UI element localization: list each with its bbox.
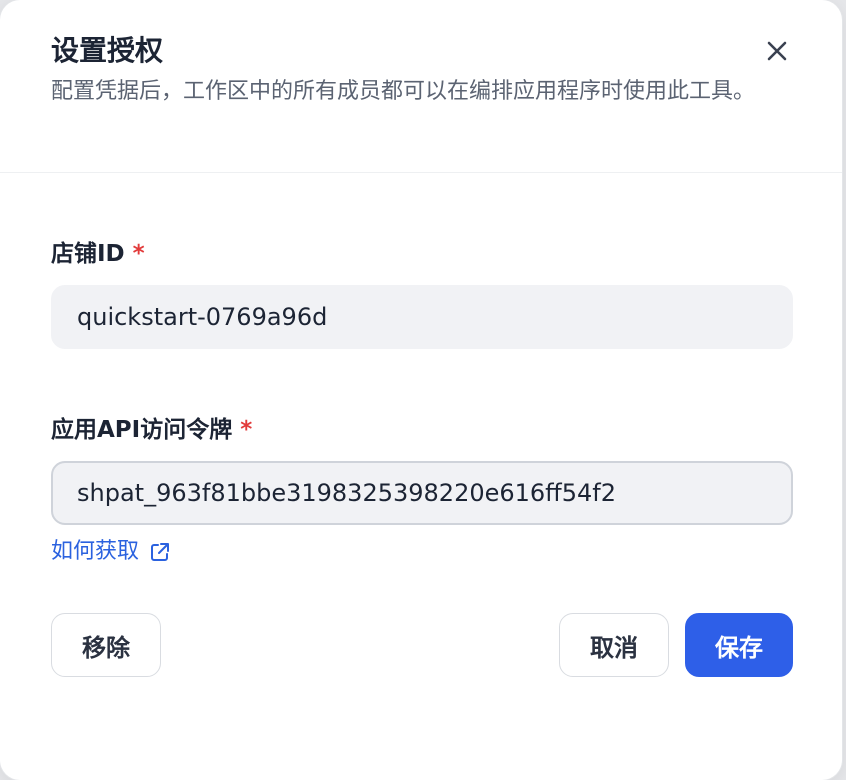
api-token-input[interactable] [51,461,793,525]
api-token-label: 应用API访问令牌 * [51,414,252,446]
remove-button[interactable]: 移除 [51,613,161,677]
external-link-icon [151,543,170,561]
store-id-label: 店铺ID * [51,238,145,270]
cancel-button[interactable]: 取消 [559,613,669,677]
store-id-label-text: 店铺ID [51,241,125,267]
close-icon [767,41,787,61]
save-button[interactable]: 保存 [685,613,793,677]
authorization-dialog: 设置授权 配置凭据后，工作区中的所有成员都可以在编排应用程序时使用此工具。 店铺… [0,0,842,780]
dialog-title: 设置授权 [51,34,164,67]
api-token-label-text: 应用API访问令牌 [51,417,233,443]
how-to-get-link[interactable]: 如何获取 [51,537,171,567]
store-id-input[interactable] [51,285,793,349]
required-mark: * [240,417,253,443]
dialog-description: 配置凭据后，工作区中的所有成员都可以在编排应用程序时使用此工具。 [51,79,756,104]
required-mark: * [132,241,145,267]
dialog-header: 设置授权 配置凭据后，工作区中的所有成员都可以在编排应用程序时使用此工具。 [0,0,842,173]
close-button[interactable] [760,34,794,68]
how-to-get-label: 如何获取 [51,539,140,564]
